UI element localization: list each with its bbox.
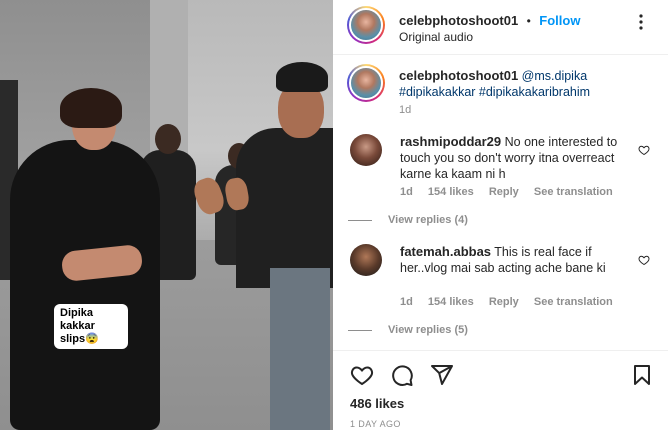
post-likes-count[interactable]: 486 likes	[350, 396, 404, 411]
comment-like-heart-icon[interactable]	[638, 144, 650, 156]
replies-divider-line	[348, 219, 372, 221]
man-blazer	[236, 128, 333, 288]
comment-body: fatemah.abbas This is real face if her..…	[400, 244, 640, 276]
comment-body: rashmipoddar29 No one interested to touc…	[400, 134, 640, 182]
heart-icon[interactable]	[350, 363, 374, 387]
reply-button[interactable]: Reply	[489, 186, 519, 198]
comment-likes[interactable]: 154 likes	[428, 186, 474, 198]
commenter-avatar[interactable]	[350, 244, 382, 276]
woman-figure	[10, 140, 160, 430]
comment-item: rashmipoddar29 No one interested to touc…	[348, 134, 650, 234]
commenter-username[interactable]: fatemah.abbas	[400, 244, 491, 259]
post-header: celebphotoshoot01 • Follow Original audi…	[333, 0, 668, 55]
video-player[interactable]: Dipika kakkar slips😨	[0, 0, 333, 430]
comment-item: fatemah.abbas This is real face if her..…	[348, 244, 650, 344]
reply-button[interactable]: Reply	[489, 296, 519, 308]
woman-hair	[60, 88, 122, 128]
view-replies-button[interactable]: View replies (4)	[348, 214, 468, 226]
comment-icon[interactable]	[390, 363, 414, 387]
commenter-username[interactable]: rashmipoddar29	[400, 134, 501, 149]
man-hair	[276, 62, 328, 92]
view-replies-label: View replies (4)	[388, 214, 468, 226]
view-replies-button[interactable]: View replies (5)	[348, 324, 468, 336]
bookmark-icon[interactable]	[630, 363, 654, 387]
audio-label[interactable]: Original audio	[399, 30, 473, 44]
comment-meta: 1d 154 likes Reply See translation	[400, 296, 625, 308]
caption-time: 1d	[399, 104, 412, 116]
comment-meta: 1d 154 likes Reply See translation	[400, 186, 625, 198]
post-caption: celebphotoshoot01 @ms.dipika #dipikakakk…	[399, 68, 649, 100]
share-icon[interactable]	[430, 363, 454, 387]
see-translation-button[interactable]: See translation	[534, 296, 613, 308]
view-replies-label: View replies (5)	[388, 324, 468, 336]
caption-author-avatar[interactable]	[347, 64, 385, 102]
man-trousers	[270, 268, 330, 430]
caption-mention[interactable]: @ms.dipika	[522, 69, 588, 83]
post-actions: 486 likes 1 DAY AGO	[333, 350, 668, 430]
header-title-row: celebphotoshoot01 • Follow	[399, 12, 580, 30]
follow-button[interactable]: Follow	[539, 13, 580, 28]
more-options-icon[interactable]	[632, 14, 650, 30]
author-username[interactable]: celebphotoshoot01	[399, 13, 518, 28]
post-timestamp: 1 DAY AGO	[350, 419, 401, 429]
video-caption: Dipika kakkar slips😨	[54, 304, 128, 349]
caption-hashtags[interactable]: #dipikakakkar #dipikakakaribrahim	[399, 85, 590, 99]
comment-time: 1d	[400, 296, 413, 308]
comment-time: 1d	[400, 186, 413, 198]
post-panel: celebphotoshoot01 • Follow Original audi…	[333, 0, 668, 430]
caption-username[interactable]: celebphotoshoot01	[399, 68, 518, 83]
background-person-head	[155, 124, 181, 154]
comment-like-heart-icon[interactable]	[638, 254, 650, 266]
comments-section[interactable]: celebphotoshoot01 @ms.dipika #dipikakakk…	[333, 56, 668, 349]
replies-divider-line	[348, 329, 372, 331]
separator-dot: •	[526, 14, 531, 28]
author-avatar[interactable]	[347, 6, 385, 44]
commenter-avatar[interactable]	[350, 134, 382, 166]
comment-likes[interactable]: 154 likes	[428, 296, 474, 308]
see-translation-button[interactable]: See translation	[534, 186, 613, 198]
